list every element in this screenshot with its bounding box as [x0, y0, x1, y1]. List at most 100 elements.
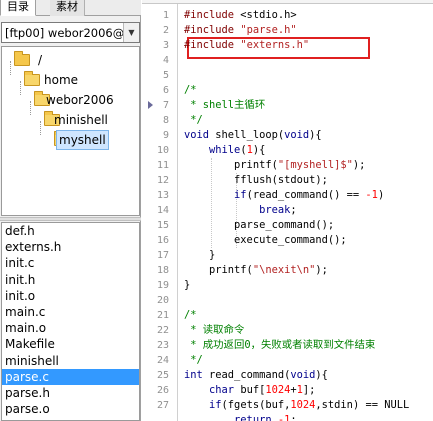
code-line: char buf[1024+1]; [184, 383, 315, 398]
line-number: 26 [156, 385, 169, 396]
line-number: 5 [162, 70, 169, 81]
code-editor[interactable]: 1 2 3 4 5 6 7 8 9 10 11 12 13 14 15 16 17 18 19 20 21 22 23 24 2… [142, 0, 433, 421]
code-token: ); [315, 264, 328, 276]
line-number: 4 [162, 55, 169, 66]
code-token: <stdio.h> [234, 9, 297, 21]
code-token: while [209, 144, 241, 156]
code-token: #include [184, 39, 235, 51]
line-number: 1 [162, 10, 169, 21]
code-line: printf("\nexit\n"); [184, 263, 328, 278]
code-line: while(1){ [184, 143, 265, 158]
tree-node-label: / [38, 53, 43, 67]
code-token: (read_command() == [246, 189, 366, 201]
line-number: 8 [162, 115, 169, 126]
file-item[interactable]: parse.o [2, 401, 139, 417]
chevron-down-icon[interactable]: ▼ [123, 23, 139, 42]
line-number: 17 [156, 250, 169, 261]
file-list: def.h externs.h init.c init.h init.o mai… [1, 222, 140, 421]
code-token: int [184, 369, 203, 381]
code-line: printf("[myshell]$"); [184, 158, 365, 173]
line-number: 14 [156, 205, 169, 216]
code-line: */ [184, 113, 203, 128]
code-line: /* [184, 308, 197, 323]
line-number: 22 [156, 325, 169, 336]
bookmark-arrow-icon[interactable] [148, 101, 153, 109]
code-token: ,stdin) == NULL [315, 399, 410, 411]
line-number: 2 [162, 25, 169, 36]
code-area[interactable]: #include <stdio.h> #include "parse.h" #inc… [184, 4, 433, 421]
code-line: } [184, 248, 215, 263]
file-item[interactable]: main.o [2, 320, 139, 336]
code-token: } [184, 279, 191, 291]
file-item[interactable]: parse.h [2, 385, 139, 401]
code-token: */ [184, 114, 203, 126]
line-number: 21 [156, 310, 169, 321]
code-line: return -1; [184, 413, 297, 421]
code-token: "\nexit\n" [252, 264, 316, 276]
code-token: * shell主循环 [184, 99, 266, 111]
code-token: read_command( [202, 369, 291, 381]
file-item[interactable]: init.h [2, 272, 139, 288]
line-number-gutter: 1 2 3 4 5 6 7 8 9 10 11 12 13 14 15 16 17 18 19 20 21 22 23 24 2… [142, 4, 178, 421]
file-item[interactable]: Makefile [2, 336, 139, 352]
code-token: ){ [309, 129, 322, 141]
code-token: /* [184, 84, 197, 96]
line-number: 3 [162, 40, 169, 51]
line-number: 20 [156, 295, 169, 306]
line-number: 15 [156, 220, 169, 231]
tree-node-label: webor2006 [46, 93, 114, 107]
code-line: * 成功返回0，失败或者读取到文件结束 [184, 338, 375, 353]
project-select[interactable]: [ftp00] webor2006@ ▼ [1, 22, 140, 43]
file-item[interactable]: def.h [2, 223, 139, 239]
code-token: "[myshell]$" [277, 159, 353, 171]
tab-directory[interactable]: 目录 [0, 0, 36, 16]
code-token: ); [352, 159, 366, 171]
folder-icon [14, 51, 30, 66]
code-token: void [284, 129, 310, 141]
line-number: 12 [156, 175, 169, 186]
code-line: #include "externs.h" [184, 38, 309, 53]
code-line: * 读取命令 [184, 323, 244, 338]
code-token: void [290, 369, 316, 381]
code-token: fflush(stdout); [184, 174, 328, 186]
file-item[interactable]: main.c [2, 304, 139, 320]
code-token: ){ [252, 144, 266, 156]
code-token: break [259, 204, 291, 216]
line-number: 25 [156, 370, 169, 381]
tree-node-label: home [44, 73, 79, 87]
code-token: * 读取命令 [184, 324, 245, 336]
code-token: "externs.h" [240, 39, 310, 51]
line-number: 23 [156, 340, 169, 351]
line-number: 19 [156, 280, 169, 291]
code-token: execute_command(); [184, 234, 347, 246]
code-line: } [184, 278, 190, 293]
project-select-value: [ftp00] webor2006@ [5, 26, 123, 40]
code-line: fflush(stdout); [184, 173, 328, 188]
code-token: (fgets(buf, [221, 399, 291, 411]
tree-node-label: myshell [56, 130, 109, 150]
code-token: return [234, 414, 272, 421]
panel-splitter[interactable] [0, 217, 141, 221]
file-item[interactable]: init.c [2, 255, 139, 271]
file-item[interactable]: externs.h [2, 239, 139, 255]
tab-materials[interactable]: 素材 [50, 0, 85, 16]
line-number: 10 [156, 145, 169, 156]
file-item[interactable]: minishell [2, 353, 139, 369]
line-number: 27 [156, 400, 169, 411]
code-line: void shell_loop(void){ [184, 128, 322, 143]
code-token: printf( [184, 264, 253, 276]
line-number: 24 [156, 355, 169, 366]
code-line: break; [184, 203, 297, 218]
folder-open-icon [24, 71, 40, 86]
code-token: 1024 [290, 399, 316, 411]
code-line: #include "parse.h" [184, 23, 297, 38]
file-item[interactable]: init.o [2, 288, 139, 304]
code-token: void [184, 129, 210, 141]
file-item-selected[interactable]: parse.c [2, 368, 139, 385]
code-token: if [209, 399, 222, 411]
